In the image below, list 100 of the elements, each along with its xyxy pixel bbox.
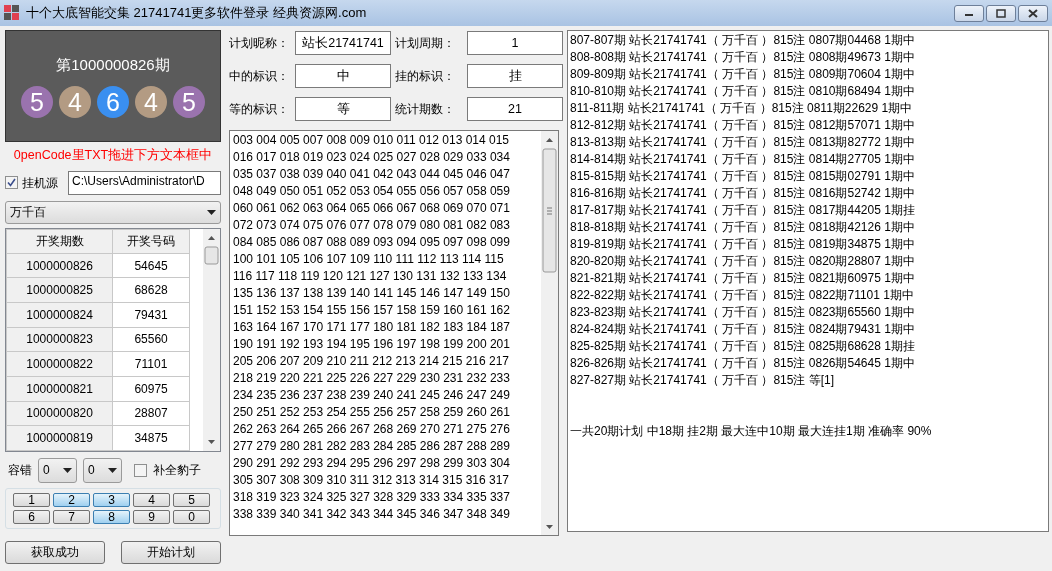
digit-button[interactable]: 3 (93, 492, 130, 507)
number-line: 338 339 340 341 342 343 344 345 346 347 348 349 (233, 506, 511, 523)
app-icon (4, 5, 20, 21)
table-cell: 54645 (112, 253, 190, 278)
checkbox[interactable] (134, 463, 147, 477)
result-line: 813-813期 站长21741741（ 万千百 ）815注 0813期82772 1期中 (570, 134, 916, 151)
number-ball: 5 (21, 86, 53, 119)
input-field[interactable]: 站长21741741 (295, 31, 391, 55)
result-line: 824-824期 站长21741741（ 万千百 ）815注 0824期79431 1期中 (570, 321, 916, 338)
number-text-area[interactable] (229, 130, 559, 536)
checkbox-label: 挂机源 (22, 174, 58, 192)
result-line: 810-810期 站长21741741（ 万千百 ）815注 0810期68494 1期中 (570, 83, 916, 100)
result-line: 817-817期 站长21741741（ 万千百 ）815注 0817期44205 1期挂 (570, 202, 916, 219)
table-cell: 1000000824 (6, 302, 113, 328)
maximize-button[interactable] (986, 4, 1016, 22)
window-title: 十个大底智能交集 21741741更多软件登录 经典资源网.com (26, 4, 367, 23)
number-line: 262 263 264 265 266 267 268 269 270 271 275 276 (233, 421, 511, 438)
digit-button[interactable]: 0 (173, 509, 210, 524)
table-cell: 1000000819 (6, 425, 113, 451)
digit-button[interactable]: 9 (133, 509, 170, 524)
number-line: 250 251 252 253 254 255 256 257 258 259 260 261 (233, 404, 511, 421)
table-cell: 1000000825 (6, 277, 113, 303)
number-ball: 4 (59, 86, 91, 119)
table-cell: 71101 (112, 351, 190, 377)
result-line: 821-821期 站长21741741（ 万千百 ）815注 0821期60975 1期中 (570, 270, 916, 287)
result-line: 816-816期 站长21741741（ 万千百 ）815注 0816期52742 1期中 (570, 185, 916, 202)
result-line: 809-809期 站长21741741（ 万千百 ）815注 0809期70604 1期中 (570, 66, 916, 83)
input-field[interactable]: 挂 (467, 64, 563, 88)
scrollbar-drawing[interactable] (203, 228, 220, 451)
number-line: 163 164 167 170 171 177 180 181 182 183 184 187 (233, 319, 511, 336)
result-line: 808-808期 站长21741741（ 万千百 ）815注 0808期49673 1期中 (570, 49, 916, 66)
result-line: 820-820期 站长21741741（ 万千百 ）815注 0820期28807 1期中 (570, 253, 916, 270)
table-cell: 60975 (112, 376, 190, 401)
maximize-icon (996, 8, 1006, 18)
result-text-area[interactable] (567, 30, 1049, 532)
number-ball: 5 (173, 86, 205, 119)
digit-button[interactable]: 7 (53, 509, 90, 524)
result-line: 812-812期 站长21741741（ 万千百 ）815注 0812期57071 1期中 (570, 117, 916, 134)
table-cell: 28807 (112, 401, 190, 426)
input-field[interactable]: 1 (467, 31, 563, 55)
column-header[interactable]: 开奖期数 (6, 229, 113, 254)
number-ball: 4 (135, 86, 167, 119)
number-line: 048 049 050 051 052 053 054 055 056 057 058 059 (233, 183, 511, 200)
input-field[interactable]: 中 (295, 64, 391, 88)
table-cell: 1000000820 (6, 401, 113, 426)
number-line: 205 206 207 209 210 211 212 213 214 215 216 217 (233, 353, 511, 370)
input-field[interactable]: 21 (467, 97, 563, 121)
digit-button[interactable]: 5 (173, 492, 210, 507)
number-line: 277 279 280 281 282 283 284 285 286 287 288 289 (233, 438, 511, 455)
number-line: 290 291 292 293 294 295 296 297 298 299 303 304 (233, 455, 511, 472)
number-line: 084 085 086 087 088 089 093 094 095 097 098 099 (233, 234, 511, 251)
draw-title: 第1000000826期 (56, 54, 170, 75)
field-label: 等的标识： (229, 101, 290, 118)
number-ball: 6 (97, 86, 129, 119)
result-line: 818-818期 站长21741741（ 万千百 ）815注 0818期42126 1期中 (570, 219, 916, 236)
result-line: 814-814期 站长21741741（ 万千百 ）815注 0814期27705 1期中 (570, 151, 916, 168)
result-line: 807-807期 站长21741741（ 万千百 ）815注 0807期04468 1期中 (570, 32, 916, 49)
number-line: 100 101 105 106 107 109 110 111 112 113 114 115 (233, 251, 505, 268)
hint-text: 0penCode里TXT拖进下方文本框中 (12, 147, 214, 164)
close-icon (1028, 8, 1038, 18)
table-cell: 1000000826 (6, 253, 113, 278)
result-line: 825-825期 站长21741741（ 万千百 ）815注 0825期68628 1期挂 (570, 338, 916, 355)
digit-button[interactable]: 1 (13, 492, 50, 507)
table-cell: 79431 (112, 302, 190, 328)
checkbox[interactable] (5, 176, 18, 190)
number-line: 305 307 308 309 310 311 312 313 314 315 316 317 (233, 472, 511, 489)
result-line: 819-819期 站长21741741（ 万千百 ）815注 0819期34875 1期中 (570, 236, 916, 253)
number-line: 135 136 137 138 139 140 141 145 146 147 149 150 (233, 285, 511, 302)
result-line: 823-823期 站长21741741（ 万千百 ）815注 0823期65560 1期中 (570, 304, 916, 321)
minimize-button[interactable] (954, 4, 984, 22)
table-cell: 1000000823 (6, 327, 113, 352)
number-line: 116 117 118 119 120 121 127 130 131 132 133 134 (233, 268, 508, 285)
number-line: 218 219 220 221 225 226 227 229 230 231 232 233 (233, 370, 511, 387)
table-cell: 1000000821 (6, 376, 113, 401)
summary-line: 一共20期计划 中18期 挂2期 最大连中10期 最大连挂1期 准确率 90% (570, 423, 933, 440)
digit-button[interactable]: 8 (93, 509, 130, 524)
close-button[interactable] (1018, 4, 1048, 22)
column-header[interactable]: 开奖号码 (112, 229, 190, 254)
field-label: 中的标识： (229, 68, 290, 85)
action-button[interactable]: 开始计划 (121, 540, 221, 564)
scrollbar-drawing[interactable] (541, 131, 558, 535)
tolerance-dropdown[interactable]: 0 (83, 457, 122, 483)
digit-button[interactable]: 6 (13, 509, 50, 524)
checkbox-label: 补全豹子 (153, 462, 201, 480)
digit-button[interactable]: 2 (53, 492, 90, 507)
action-button[interactable]: 获取成功 (5, 540, 105, 564)
result-line: 822-822期 站长21741741（ 万千百 ）815注 0822期71101 1期中 (570, 287, 915, 304)
table-cell: 34875 (112, 425, 190, 451)
position-dropdown[interactable]: 万千百 (5, 200, 221, 224)
digit-button[interactable]: 4 (133, 492, 170, 507)
table-cell: 68628 (112, 277, 190, 303)
path-field[interactable]: C:\Users\Administrator\D (68, 170, 221, 195)
table-cell: 65560 (112, 327, 190, 352)
tolerance-label: 容错 (8, 462, 32, 480)
number-line: 060 061 062 063 064 065 066 067 068 069 070 071 (233, 200, 511, 217)
input-field[interactable]: 等 (295, 97, 391, 121)
number-line: 016 017 018 019 023 024 025 027 028 029 033 034 (233, 149, 511, 166)
tolerance-dropdown[interactable]: 0 (38, 457, 77, 483)
number-line: 072 073 074 075 076 077 078 079 080 081 082 083 (233, 217, 511, 234)
result-line: 827-827期 站长21741741（ 万千百 ）815注 等[1] (570, 372, 836, 389)
